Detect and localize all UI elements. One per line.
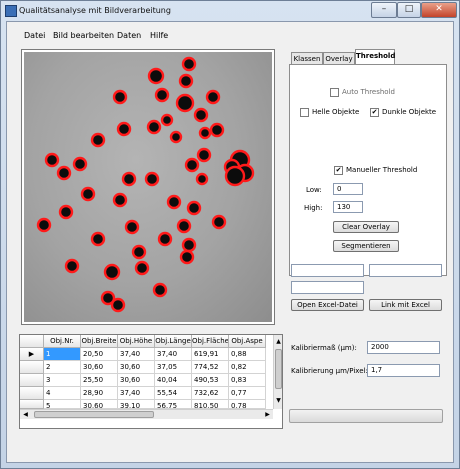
table-cell[interactable]: 37,05 bbox=[155, 361, 192, 374]
table-cell[interactable]: 2 bbox=[44, 361, 81, 374]
table-cell[interactable]: 37,40 bbox=[118, 348, 155, 361]
column-header[interactable]: Obj.Höhe bbox=[118, 335, 155, 348]
kalibriermass-label: Kalibriermaß (µm): bbox=[291, 344, 357, 352]
vertical-scrollbar[interactable]: ▲ ▼ bbox=[273, 335, 282, 409]
minimize-button[interactable]: – bbox=[371, 2, 397, 18]
scroll-down-arrow-icon[interactable]: ▼ bbox=[275, 397, 282, 404]
table-cell[interactable]: 774,52 bbox=[192, 361, 229, 374]
row-header[interactable] bbox=[20, 387, 44, 400]
table-cell[interactable]: 25,50 bbox=[81, 374, 118, 387]
menu-hilfe[interactable]: Hilfe bbox=[150, 31, 168, 40]
row-header[interactable]: ▶ bbox=[20, 348, 44, 361]
table-cell[interactable]: 37,40 bbox=[155, 348, 192, 361]
table-cell[interactable]: 30,60 bbox=[118, 374, 155, 387]
table-cell[interactable]: 28,90 bbox=[81, 387, 118, 400]
manueller-threshold-checkbox[interactable]: ✔ bbox=[334, 166, 343, 175]
high-label: High: bbox=[304, 204, 323, 212]
hscroll-thumb[interactable] bbox=[34, 411, 154, 418]
clear-overlay-button[interactable]: Clear Overlay bbox=[333, 221, 399, 233]
menu-bild-bearbeiten[interactable]: Bild bearbeiten bbox=[53, 31, 114, 40]
table-cell[interactable]: 37,40 bbox=[118, 387, 155, 400]
table-cell-selected[interactable]: 1 bbox=[44, 348, 81, 361]
scroll-up-arrow-icon[interactable]: ▲ bbox=[275, 338, 282, 345]
table-cell[interactable]: 55,54 bbox=[155, 387, 192, 400]
table-cell[interactable]: 619,91 bbox=[192, 348, 229, 361]
main-window: Qualitätsanalyse mit Bildverarbeitung – … bbox=[0, 0, 460, 469]
auto-threshold-label: Auto Threshold bbox=[342, 88, 395, 96]
progress-bar bbox=[289, 409, 443, 423]
kalibriermass-input[interactable]: 2000 bbox=[367, 341, 440, 354]
segmentieren-button[interactable]: Segmentieren bbox=[333, 240, 399, 252]
table-cell[interactable]: 732,62 bbox=[192, 387, 229, 400]
scroll-left-arrow-icon[interactable]: ◀ bbox=[22, 411, 29, 418]
scroll-thumb[interactable] bbox=[275, 349, 282, 389]
window-title: Qualitätsanalyse mit Bildverarbeitung bbox=[19, 6, 171, 15]
open-excel-button[interactable]: Open Excel-Datei bbox=[291, 299, 364, 311]
text-field-3[interactable] bbox=[291, 281, 364, 294]
column-header[interactable]: Obj.Nr. bbox=[44, 335, 81, 348]
table-cell[interactable]: 20,50 bbox=[81, 348, 118, 361]
particle-image bbox=[24, 52, 272, 322]
table-cell[interactable]: 30,60 bbox=[118, 361, 155, 374]
text-field-2[interactable] bbox=[369, 264, 442, 277]
table-cell[interactable]: 0,88 bbox=[229, 348, 266, 361]
client-area: Datei Bild bearbeiten Daten Hilfe Klasse… bbox=[6, 21, 454, 463]
dunkle-objekte-checkbox[interactable]: ✔ bbox=[370, 108, 379, 117]
row-header[interactable] bbox=[20, 400, 44, 409]
table-cell[interactable]: 30,60 bbox=[81, 361, 118, 374]
link-excel-button[interactable]: Link mit Excel bbox=[369, 299, 442, 311]
kalibrierung-input[interactable]: 1,7 bbox=[367, 364, 440, 377]
table-cell[interactable]: 0,83 bbox=[229, 374, 266, 387]
table-cell[interactable]: 0,82 bbox=[229, 361, 266, 374]
table-cell[interactable]: 40,04 bbox=[155, 374, 192, 387]
table-cell[interactable]: 0,78 bbox=[229, 400, 266, 409]
close-button[interactable]: ✕ bbox=[421, 2, 457, 18]
results-table[interactable]: Obj.Nr. Obj.Breite Obj.Höhe Obj.Länge Ob… bbox=[19, 334, 283, 429]
menu-bar: Datei Bild bearbeiten Daten Hilfe bbox=[7, 22, 453, 48]
high-input[interactable]: 130 bbox=[333, 201, 363, 213]
menu-daten[interactable]: Daten bbox=[117, 31, 141, 40]
menu-datei[interactable]: Datei bbox=[24, 31, 45, 40]
text-field-1[interactable] bbox=[291, 264, 364, 277]
helle-objekte-checkbox[interactable] bbox=[300, 108, 309, 117]
column-header[interactable]: Obj.Länge bbox=[155, 335, 192, 348]
table-cell[interactable]: 5 bbox=[44, 400, 81, 409]
maximize-button[interactable]: □ bbox=[397, 2, 421, 18]
table-cell[interactable]: 39,10 bbox=[118, 400, 155, 409]
low-input[interactable]: 0 bbox=[333, 183, 363, 195]
table-cell[interactable]: 490,53 bbox=[192, 374, 229, 387]
low-label: Low: bbox=[306, 186, 322, 194]
auto-threshold-checkbox[interactable] bbox=[330, 88, 339, 97]
horizontal-scrollbar[interactable]: ◀ ▶ bbox=[20, 409, 273, 419]
column-header[interactable]: Obj.Breite bbox=[81, 335, 118, 348]
row-header[interactable] bbox=[20, 361, 44, 374]
threshold-panel: Auto Threshold Helle Objekte ✔ Dunkle Ob… bbox=[289, 64, 447, 276]
table-cell[interactable]: 4 bbox=[44, 387, 81, 400]
title-bar: Qualitätsanalyse mit Bildverarbeitung – … bbox=[1, 1, 459, 21]
image-viewer[interactable] bbox=[21, 49, 275, 325]
column-header[interactable]: Obj.Aspe bbox=[229, 335, 266, 348]
kalibrierung-label: Kalibrierung µm/Pixel: bbox=[291, 367, 368, 375]
row-header[interactable] bbox=[20, 374, 44, 387]
table-cell[interactable]: 56,75 bbox=[155, 400, 192, 409]
table-cell[interactable]: 30,60 bbox=[81, 400, 118, 409]
table-corner bbox=[20, 335, 44, 348]
helle-objekte-label: Helle Objekte bbox=[312, 108, 360, 116]
column-header[interactable]: Obj.Fläche bbox=[192, 335, 229, 348]
table-cell[interactable]: 0,77 bbox=[229, 387, 266, 400]
app-icon bbox=[5, 5, 17, 17]
segmentation-overlay bbox=[36, 56, 255, 313]
dunkle-objekte-label: Dunkle Objekte bbox=[382, 108, 437, 116]
manueller-threshold-label: Manueller Threshold bbox=[346, 166, 418, 174]
table-cell[interactable]: 810,50 bbox=[192, 400, 229, 409]
table-cell[interactable]: 3 bbox=[44, 374, 81, 387]
scroll-right-arrow-icon[interactable]: ▶ bbox=[264, 411, 271, 418]
